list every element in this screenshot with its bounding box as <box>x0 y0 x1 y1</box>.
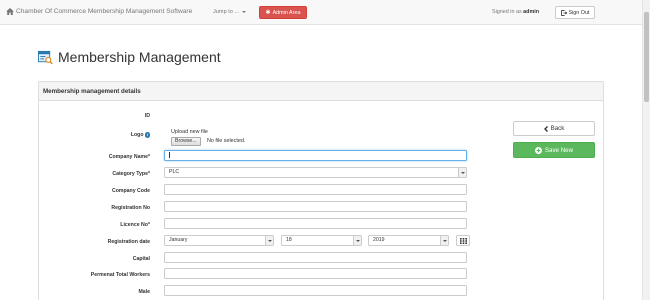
sign-out-button[interactable]: Sign Out <box>555 6 595 19</box>
licence-no-label: Licence No* <box>120 222 150 228</box>
licence-no-input[interactable] <box>164 218 467 229</box>
signed-in-user: admin <box>523 9 540 15</box>
save-new-label: Save New <box>544 146 574 154</box>
calendar-icon <box>459 237 467 244</box>
page-scrollbar[interactable] <box>642 0 650 300</box>
admin-area-label: Admin Area <box>272 9 301 16</box>
no-file-selected-text: No file selected. <box>207 138 246 144</box>
category-type-select[interactable]: PLC <box>164 167 467 178</box>
chevron-left-icon <box>543 125 548 132</box>
brand-link[interactable]: Chamber Of Commerce Membership Managemen… <box>6 8 192 15</box>
registration-month-value: January <box>169 237 188 243</box>
upload-new-file-label: Upload new file <box>171 129 208 135</box>
back-button[interactable]: Back <box>513 121 595 136</box>
jump-to-label: Jump to ... <box>213 9 240 15</box>
male-label: Male <box>138 289 150 295</box>
plus-circle-icon <box>534 146 542 154</box>
admin-area-button[interactable]: ✱ Admin Area <box>259 6 307 19</box>
company-code-input[interactable] <box>164 184 467 195</box>
top-navbar: Chamber Of Commerce Membership Managemen… <box>0 0 642 25</box>
signed-in-status: Signed in as admin <box>492 9 539 15</box>
category-type-value: PLC <box>169 169 180 175</box>
sign-out-label: Sign Out <box>568 9 590 16</box>
male-input[interactable] <box>164 285 467 296</box>
registration-day-value: 18 <box>286 237 292 243</box>
jump-to-dropdown[interactable]: Jump to ... <box>213 9 247 15</box>
logo-label-text: Logo <box>130 132 144 139</box>
capital-label: Capital <box>132 256 150 262</box>
company-code-label: Company Code <box>111 188 150 194</box>
info-icon[interactable]: i <box>144 132 150 138</box>
chevron-down-icon <box>353 236 361 245</box>
browse-button[interactable]: Browse... <box>171 137 201 146</box>
text-cursor <box>169 151 170 158</box>
chevron-down-icon <box>440 236 448 245</box>
registration-date-label: Registration date <box>107 239 150 245</box>
panel-heading: Membership management details <box>39 82 603 101</box>
chevron-down-icon <box>458 168 466 177</box>
page-title: Membership Management <box>38 49 221 65</box>
category-type-label: Category Type* <box>112 171 150 177</box>
membership-search-icon <box>38 50 53 64</box>
page-title-text: Membership Management <box>58 49 221 65</box>
permanent-workers-label: Permenat Total Workers <box>90 272 150 278</box>
save-new-button[interactable]: Save New <box>513 142 595 158</box>
signed-in-prefix: Signed in as <box>492 9 524 15</box>
registration-day-select[interactable]: 18 <box>281 235 362 246</box>
home-icon <box>6 8 14 15</box>
logo-label: Logo i <box>131 132 150 138</box>
id-label: ID <box>144 113 150 119</box>
registration-no-label: Registration No <box>111 205 150 211</box>
sign-out-icon <box>560 9 567 16</box>
calendar-button[interactable] <box>456 235 470 246</box>
registration-no-input[interactable] <box>164 201 467 212</box>
chevron-down-icon <box>265 236 273 245</box>
chevron-down-icon <box>242 10 247 13</box>
registration-month-select[interactable]: January <box>164 235 274 246</box>
registration-year-select[interactable]: 2019 <box>368 235 449 246</box>
company-name-input[interactable] <box>164 150 467 161</box>
back-label: Back <box>550 125 565 132</box>
scrollbar-thumb[interactable] <box>644 12 649 102</box>
brand-text: Chamber Of Commerce Membership Managemen… <box>16 8 193 15</box>
capital-input[interactable] <box>164 252 467 263</box>
company-name-label: Company Name* <box>108 154 150 160</box>
permanent-workers-input[interactable] <box>164 268 467 279</box>
gear-icon: ✱ <box>265 10 271 16</box>
registration-year-value: 2019 <box>373 237 385 243</box>
